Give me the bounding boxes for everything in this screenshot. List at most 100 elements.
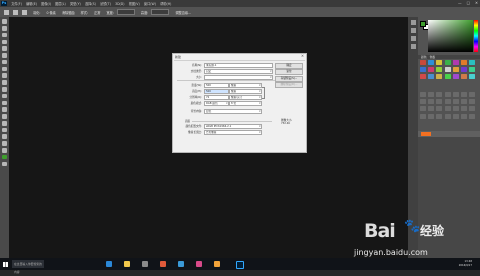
eraser-tool-icon[interactable] [2,87,7,92]
blur-tool-icon[interactable] [2,100,7,106]
style-icon[interactable] [436,106,443,112]
adjustment-icon[interactable] [428,74,435,80]
adjustment-icon[interactable] [460,67,467,73]
menu-help[interactable]: 帮助(H) [160,1,171,6]
height-unit-select[interactable]: 像素 [229,88,262,95]
app-icon[interactable] [214,261,220,267]
menu-window[interactable]: 窗口(W) [144,1,156,6]
style-icon[interactable] [460,99,467,105]
app-icon[interactable] [160,261,166,267]
adjustment-icon[interactable] [444,60,451,65]
adjustment-icon[interactable] [428,60,435,65]
crop-tool-icon[interactable] [2,46,7,51]
store-icon[interactable] [142,261,148,267]
history-icon[interactable] [410,20,416,25]
maximize-button[interactable]: □ [467,1,470,5]
add-selection-icon[interactable] [22,9,27,15]
style-icon[interactable] [460,106,467,112]
style-icon[interactable] [469,113,476,119]
style-icon[interactable] [428,113,435,119]
refine-edge-button[interactable]: 调整边缘... [175,10,191,15]
style-icon[interactable] [444,106,451,112]
close-button[interactable]: ✕ [475,1,478,5]
adjustment-icon[interactable] [420,60,426,65]
marquee-tool-icon[interactable] [2,25,7,31]
style-icon[interactable] [428,92,435,97]
menu-file[interactable]: 文件(F) [11,1,22,6]
adjustment-icon[interactable] [469,74,476,80]
dialog-close-icon[interactable]: ✕ [301,54,304,58]
reset-button[interactable]: 复位 [275,69,303,75]
style-icon[interactable] [452,99,459,105]
eyedropper-tool-icon[interactable] [2,53,7,58]
path-select-tool-icon[interactable] [2,127,7,133]
menu-type[interactable]: 类型(Y) [70,1,81,6]
preset-select[interactable]: 自定 [204,68,273,75]
adjustment-icon[interactable] [460,60,467,65]
type-tool-icon[interactable] [2,120,7,126]
app-icon[interactable] [196,261,202,267]
style-icon[interactable] [469,106,476,112]
adjustment-icon[interactable] [436,60,443,65]
resolution-unit-select[interactable]: 像素/英寸 [229,94,262,101]
menu-view[interactable]: 视图(V) [129,1,140,6]
adjustment-icon[interactable] [469,60,476,65]
edge-browser-icon[interactable] [106,261,112,267]
style-icon[interactable] [460,92,467,97]
width-unit-select[interactable]: 像素 [229,82,262,89]
style-icon[interactable] [469,99,476,105]
width-input[interactable] [116,9,135,15]
adjustment-icon[interactable] [428,67,435,73]
hue-slider[interactable] [474,20,478,52]
new-selection-icon[interactable] [13,9,18,15]
width-input[interactable]: 500 [204,82,229,89]
style-icon[interactable] [420,106,426,112]
style-icon[interactable] [444,113,451,119]
color-field[interactable] [428,20,473,52]
taskbar-search[interactable]: 在这里输入你要搜索的内容 [12,260,44,274]
history-brush-tool-icon[interactable] [2,80,7,85]
system-clock[interactable]: 13:48 2016/9/17 [459,260,472,267]
character-icon[interactable] [410,36,416,41]
name-input[interactable]: 未标题-1 [204,62,273,69]
menu-layer[interactable]: 图层(L) [55,1,66,6]
adjustment-icon[interactable] [420,67,426,73]
menu-edit[interactable]: 编辑(E) [26,1,37,6]
style-icon[interactable] [428,106,435,112]
menu-select[interactable]: 选择(S) [85,1,96,6]
tab-color[interactable]: 颜色 [421,55,427,59]
color-swatch-icon[interactable] [2,154,7,160]
color-mode-select[interactable]: RGB 颜色 [204,100,229,107]
adjustment-icon[interactable] [452,67,459,73]
adjustment-icon[interactable] [444,67,451,73]
move-tool-icon[interactable] [2,19,7,24]
style-icon[interactable] [460,113,467,119]
advanced-toggle[interactable]: 高级 [176,119,190,123]
save-preset-button[interactable]: 存储预设(S)... [275,75,303,82]
style-icon[interactable] [428,99,435,105]
foreground-color-chip[interactable] [420,21,426,27]
feather-value[interactable]: 0 像素 [46,10,55,15]
delete-preset-button[interactable]: 删除预设(D)... [275,82,303,88]
style-icon[interactable] [444,99,451,105]
quick-select-tool-icon[interactable] [2,39,7,45]
windows-start-icon[interactable] [3,261,8,267]
foreground-background-swatch[interactable] [420,21,429,30]
adjustment-icon[interactable] [436,74,443,80]
style-icon[interactable] [436,99,443,105]
style-icon[interactable] [469,92,476,97]
adjustment-icon[interactable] [460,74,467,80]
profile-select[interactable]: sRGB IEC61966-2.1 [204,123,262,130]
adjustment-icon[interactable] [452,60,459,65]
marquee-tool-icon[interactable] [4,9,9,15]
menu-image[interactable]: 图像(I) [41,1,51,6]
antialias-checkbox[interactable]: 消除锯齿 [62,10,75,15]
style-icon[interactable] [452,92,459,97]
height-input[interactable]: 500 [204,88,229,95]
zoom-tool-icon[interactable] [2,148,7,153]
stamp-tool-icon[interactable] [2,73,7,79]
background-select[interactable]: 白色 [204,108,262,115]
aspect-select[interactable]: 方形像素 [204,129,262,136]
style-icon[interactable] [452,106,459,112]
photoshop-taskbar-icon[interactable] [236,261,244,269]
